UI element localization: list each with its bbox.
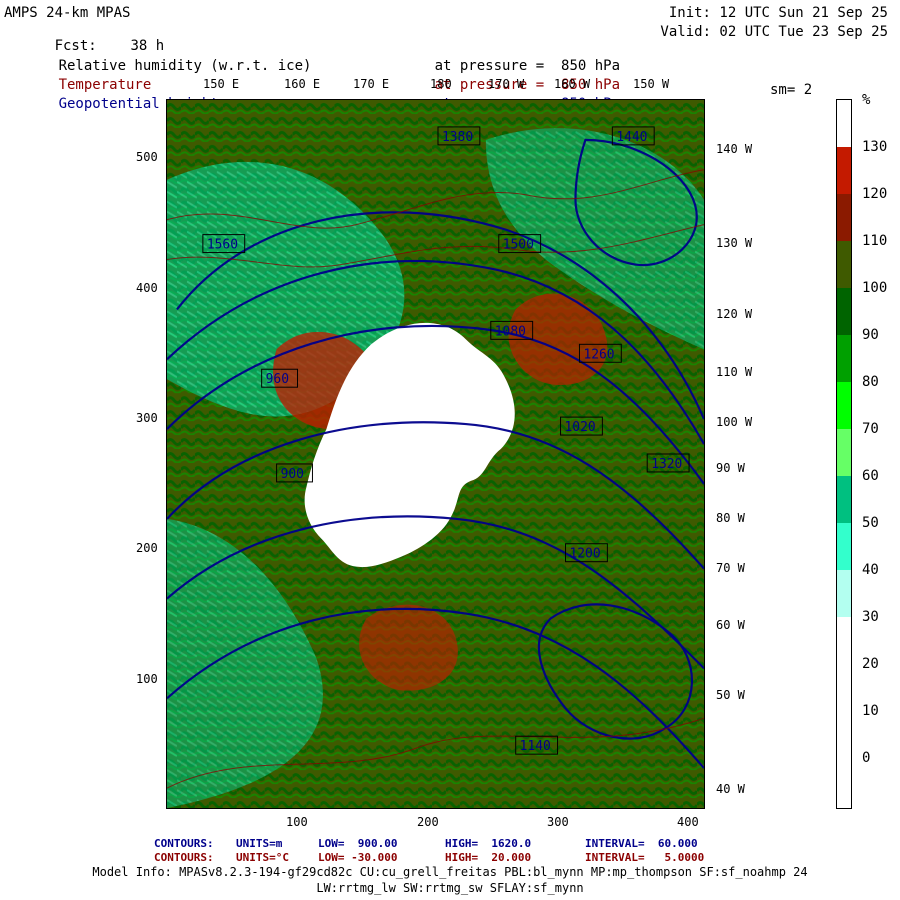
colorbar-0 <box>837 711 851 808</box>
right-lon-140w: 140 W <box>716 142 753 156</box>
x-tick-300: 300 <box>547 815 569 829</box>
init-time: Init: 12 UTC Sun 21 Sep 25 <box>668 5 888 21</box>
colorbar-100 <box>837 241 851 288</box>
svg-text:1560: 1560 <box>207 238 238 253</box>
y-tick-100: 100 <box>136 672 158 686</box>
colorbar-unit: % <box>862 92 871 108</box>
right-lon-90w: 90 W <box>716 461 745 475</box>
colorbar-label-30: 30 <box>862 609 879 625</box>
colorbar-50 <box>837 476 851 523</box>
colorbar-label-60: 60 <box>862 468 879 484</box>
valid-time: Valid: 02 UTC Tue 23 Sep 25 <box>660 24 888 40</box>
svg-text:1260: 1260 <box>583 347 614 362</box>
y-tick-200: 200 <box>136 541 158 555</box>
colorbar-label-100: 100 <box>862 280 888 296</box>
svg-text:900: 900 <box>281 467 304 482</box>
colorbar-label-130: 130 <box>862 139 888 155</box>
top-lon-160w: 160 W <box>554 77 591 91</box>
colorbar-60 <box>837 429 851 476</box>
colorbar-label-120: 120 <box>862 186 888 202</box>
svg-text:1200: 1200 <box>570 547 601 562</box>
right-lon-40w: 40 W <box>716 782 745 796</box>
right-lon-130w: 130 W <box>716 236 753 250</box>
forecast-map-screen: { "header": { "title_line1_left": "AMPS … <box>0 0 900 900</box>
right-lon-110w: 110 W <box>716 365 753 379</box>
colorbar-label-40: 40 <box>862 562 879 578</box>
svg-text:1140: 1140 <box>520 739 551 754</box>
right-lon-120w: 120 W <box>716 307 753 321</box>
contours-temp-units: UNITS=°C <box>236 851 289 864</box>
contours-heights-high: HIGH= 1620.0 <box>445 837 532 850</box>
colorbar-10 <box>837 664 851 711</box>
colorbar-label-0: 0 <box>862 750 871 766</box>
colorbar <box>836 99 852 809</box>
colorbar-90 <box>837 288 851 335</box>
top-lon-150e: 150 E <box>203 77 240 91</box>
contours-temp-interval: INTERVAL= 5.0000 <box>585 851 705 864</box>
colorbar-label-80: 80 <box>862 374 879 390</box>
contours-temp-label: CONTOURS: <box>154 851 214 864</box>
x-tick-200: 200 <box>417 815 439 829</box>
svg-text:1440: 1440 <box>616 130 647 145</box>
contours-temp-high: HIGH= 20.000 <box>445 851 532 864</box>
contours-temp-low: LOW= -30.000 <box>318 851 398 864</box>
colorbar-40 <box>837 523 851 570</box>
model-title: AMPS 24-km MPAS <box>4 5 131 21</box>
colorbar-label-90: 90 <box>862 327 879 343</box>
svg-text:1320: 1320 <box>651 457 682 472</box>
colorbar-110 <box>837 194 851 241</box>
right-lon-80w: 80 W <box>716 511 745 525</box>
colorbar-label-50: 50 <box>862 515 879 531</box>
top-lon-180: 180 <box>430 77 452 91</box>
right-lon-60w: 60 W <box>716 618 745 632</box>
top-lon-160e: 160 E <box>284 77 321 91</box>
right-lon-50w: 50 W <box>716 688 745 702</box>
colorbar-80 <box>837 335 851 382</box>
y-tick-300: 300 <box>136 411 158 425</box>
colorbar-label-70: 70 <box>862 421 879 437</box>
y-tick-400: 400 <box>136 281 158 295</box>
colorbar-120 <box>837 147 851 194</box>
contours-heights-label: CONTOURS: <box>154 837 214 850</box>
y-tick-500: 500 <box>136 150 158 164</box>
model-info-line-1: Model Info: MPASv8.2.3-194-gf29cd82c CU:… <box>92 865 808 879</box>
map-panel: 1560 1500 1440 1380 1320 1260 1200 1140 … <box>166 99 705 809</box>
svg-text:1500: 1500 <box>503 238 534 253</box>
top-lon-150w: 150 W <box>633 77 670 91</box>
top-lon-170e: 170 E <box>353 77 390 91</box>
colorbar-label-10: 10 <box>862 703 879 719</box>
svg-text:1380: 1380 <box>442 130 473 145</box>
x-tick-400: 400 <box>677 815 699 829</box>
svg-text:1020: 1020 <box>565 420 596 435</box>
contours-heights-interval: INTERVAL= 60.000 <box>585 837 698 850</box>
right-lon-100w: 100 W <box>716 415 753 429</box>
top-lon-170w: 170 W <box>488 77 525 91</box>
colorbar-70 <box>837 382 851 429</box>
colorbar-30 <box>837 570 851 617</box>
right-lon-70w: 70 W <box>716 561 745 575</box>
map-svg: 1560 1500 1440 1380 1320 1260 1200 1140 … <box>167 100 704 808</box>
contours-heights-units: UNITS=m <box>236 837 283 850</box>
x-tick-100: 100 <box>286 815 308 829</box>
svg-text:960: 960 <box>266 372 289 387</box>
svg-text:1080: 1080 <box>495 324 526 339</box>
colorbar-label-110: 110 <box>862 233 888 249</box>
smoothing-label: sm= 2 <box>770 82 813 98</box>
colorbar-label-20: 20 <box>862 656 879 672</box>
contours-heights-low: LOW= 900.00 <box>318 837 398 850</box>
model-info-line-2: LW:rrtmg_lw SW:rrtmg_sw SFLAY:sf_mynn <box>316 881 584 895</box>
colorbar-20 <box>837 617 851 664</box>
